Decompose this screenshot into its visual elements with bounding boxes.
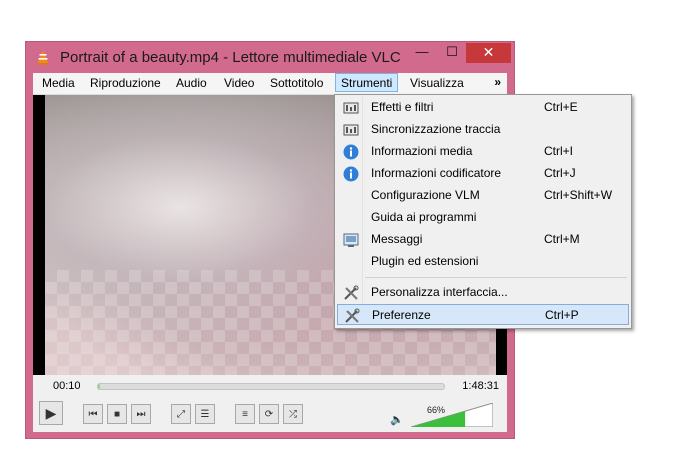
menu-item-label: Informazioni codificatore <box>371 166 502 180</box>
loop-button[interactable]: ⟳ <box>259 404 279 424</box>
menu-item-informazioni-media[interactable]: Informazioni media Ctrl+I <box>337 141 629 162</box>
title-bar[interactable]: Portrait of a beauty.mp4 - Lettore multi… <box>26 42 514 72</box>
menu-item-guida-programmi[interactable]: Guida ai programmi <box>337 207 629 228</box>
menu-item-label: Sincronizzazione traccia <box>371 122 501 136</box>
shuffle-button[interactable]: ⤮ <box>283 404 303 424</box>
extended-settings-button[interactable]: ☰ <box>195 404 215 424</box>
menu-item-messaggi[interactable]: Messaggi Ctrl+M <box>337 229 629 250</box>
next-icon: ⏭ <box>136 408 146 420</box>
playlist-button[interactable]: ≡ <box>235 404 255 424</box>
close-button[interactable]: ✕ <box>466 43 511 63</box>
playlist-icon: ≡ <box>242 408 248 420</box>
vlc-cone-icon <box>37 50 49 65</box>
fullscreen-icon: ⤢ <box>177 408 185 420</box>
menu-item-label: Messaggi <box>371 232 423 246</box>
tools-icon <box>345 308 360 323</box>
menu-item-sincronizzazione[interactable]: Sincronizzazione traccia <box>337 119 629 140</box>
menu-visualizza[interactable]: Visualizza <box>410 76 464 90</box>
menu-video[interactable]: Video <box>224 76 254 90</box>
info-icon <box>343 166 359 182</box>
menu-item-preferenze[interactable]: Preferenze Ctrl+P <box>337 304 629 325</box>
shuffle-icon: ⤮ <box>289 408 297 420</box>
controls-panel: 00:10 1:48:31 ▶ ⏮ ■ ⏭ ⤢ ☰ ≡ ⟳ ⤮ 🔈 66% <box>33 375 507 432</box>
tools-icon <box>344 285 359 300</box>
next-button[interactable]: ⏭ <box>131 404 151 424</box>
fullscreen-button[interactable]: ⤢ <box>171 404 191 424</box>
menu-media[interactable]: Media <box>42 76 75 90</box>
loop-icon: ⟳ <box>264 408 274 420</box>
menu-item-plugin-estensioni[interactable]: Plugin ed estensioni <box>337 251 629 272</box>
maximize-button[interactable]: ☐ <box>438 43 466 63</box>
menu-sottotitolo[interactable]: Sottotitolo <box>270 76 323 90</box>
menu-item-label: Plugin ed estensioni <box>371 254 479 268</box>
menu-separator <box>365 277 627 278</box>
stop-icon: ■ <box>113 408 121 420</box>
previous-icon: ⏮ <box>88 408 98 420</box>
menu-audio[interactable]: Audio <box>176 76 207 90</box>
menu-item-label: Guida ai programmi <box>371 210 477 224</box>
menu-item-label: Informazioni media <box>371 144 473 158</box>
messages-icon <box>343 233 359 247</box>
play-button[interactable]: ▶ <box>39 401 63 425</box>
volume-slider[interactable] <box>411 403 493 427</box>
stop-button[interactable]: ■ <box>107 404 127 424</box>
menu-riproduzione[interactable]: Riproduzione <box>90 76 161 90</box>
menu-item-shortcut: Ctrl+Shift+W <box>544 188 613 202</box>
elapsed-time: 00:10 <box>53 380 81 392</box>
equalizer-icon <box>343 124 359 136</box>
menu-overflow-chevron[interactable]: » <box>494 75 501 89</box>
menu-item-label: Personalizza interfaccia... <box>371 285 508 299</box>
menu-bar: Media Riproduzione Audio Video Sottotito… <box>33 73 507 95</box>
play-icon: ▶ <box>45 404 57 421</box>
menu-item-label: Configurazione VLM <box>371 188 480 202</box>
menu-item-shortcut: Ctrl+E <box>544 100 578 114</box>
menu-item-shortcut: Ctrl+M <box>544 232 580 246</box>
seek-progress <box>98 384 100 389</box>
menu-item-personalizza-interfaccia[interactable]: Personalizza interfaccia... <box>337 282 629 303</box>
menu-item-shortcut: Ctrl+I <box>544 144 574 158</box>
menu-item-shortcut: Ctrl+P <box>545 308 579 322</box>
menu-item-effetti-filtri[interactable]: Effetti e filtri Ctrl+E <box>337 97 629 118</box>
info-icon <box>343 144 359 160</box>
menu-item-label: Effetti e filtri <box>371 100 434 114</box>
window-title: Portrait of a beauty.mp4 - Lettore multi… <box>60 49 401 66</box>
menu-item-shortcut: Ctrl+J <box>544 166 576 180</box>
minimize-button[interactable]: — <box>408 43 436 63</box>
seek-slider[interactable] <box>97 383 445 390</box>
menu-item-configurazione-vlm[interactable]: Configurazione VLM Ctrl+Shift+W <box>337 185 629 206</box>
strumenti-menu-dropdown: Effetti e filtri Ctrl+E Sincronizzazione… <box>334 94 632 329</box>
menu-item-informazioni-codificatore[interactable]: Informazioni codificatore Ctrl+J <box>337 163 629 184</box>
menu-item-label: Preferenze <box>372 308 431 322</box>
menu-strumenti[interactable]: Strumenti <box>335 73 399 92</box>
equalizer-icon: ☰ <box>200 408 210 420</box>
previous-button[interactable]: ⏮ <box>83 404 103 424</box>
total-time: 1:48:31 <box>462 380 499 392</box>
equalizer-icon <box>343 102 359 114</box>
speaker-icon[interactable]: 🔈 <box>390 413 404 426</box>
